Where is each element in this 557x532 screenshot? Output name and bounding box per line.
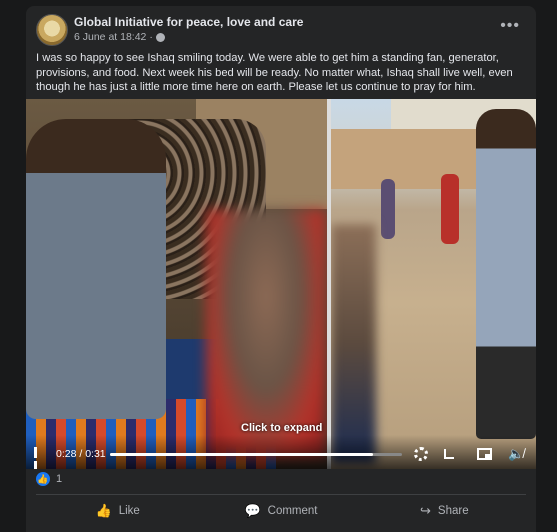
child-walking xyxy=(381,179,395,239)
child-red-shirt xyxy=(441,174,459,244)
person-seated xyxy=(26,119,166,419)
click-to-expand-label[interactable]: Click to expand xyxy=(241,422,322,434)
thumbs-up-icon: 👍 xyxy=(36,472,50,486)
like-icon: 👍 xyxy=(95,503,112,518)
globe-icon xyxy=(155,32,165,42)
like-label: Like xyxy=(118,505,140,517)
share-button[interactable]: ↪ Share xyxy=(363,496,526,526)
post-text: I was so happy to see Ishaq smiling toda… xyxy=(36,52,513,93)
post-card: Global Initiative for peace, love and ca… xyxy=(26,6,536,532)
video-player[interactable]: Click to expand 0:28 / 0:31 🔈̸ xyxy=(26,99,536,469)
share-icon: ↪ xyxy=(420,503,431,518)
settings-gear-icon[interactable] xyxy=(414,447,428,461)
comment-button[interactable]: 💬 Comment xyxy=(199,496,362,526)
blurred-child-right xyxy=(331,224,376,464)
person-standing xyxy=(476,109,536,439)
divider xyxy=(36,494,526,495)
page-avatar[interactable] xyxy=(36,14,68,46)
like-button[interactable]: 👍 Like xyxy=(36,496,199,526)
post-date[interactable]: 6 June at 18:42 xyxy=(74,31,146,43)
pause-icon[interactable] xyxy=(34,447,44,469)
progress-bar[interactable] xyxy=(110,453,402,456)
more-options-icon[interactable]: ••• xyxy=(500,17,520,35)
post-actions: 👍 Like 💬 Comment ↪ Share xyxy=(36,496,526,526)
expand-icon[interactable] xyxy=(444,449,454,459)
video-controls: 0:28 / 0:31 🔈̸ xyxy=(26,435,536,469)
volume-muted-icon[interactable]: 🔈̸ xyxy=(508,446,524,462)
page-name[interactable]: Global Initiative for peace, love and ca… xyxy=(74,15,303,29)
post-meta: 6 June at 18:42 · xyxy=(74,31,165,43)
reactions-summary[interactable]: 👍 1 xyxy=(36,472,62,486)
video-frame-right xyxy=(331,99,536,469)
video-time: 0:28 / 0:31 xyxy=(56,448,106,460)
comment-label: Comment xyxy=(267,505,318,517)
video-frame-left xyxy=(26,99,327,469)
reaction-count: 1 xyxy=(56,473,63,485)
picture-in-picture-icon[interactable] xyxy=(477,448,492,460)
share-label: Share xyxy=(437,505,469,517)
meta-separator: · xyxy=(149,31,153,43)
comment-icon: 💬 xyxy=(244,503,261,518)
progress-fill xyxy=(110,453,373,456)
